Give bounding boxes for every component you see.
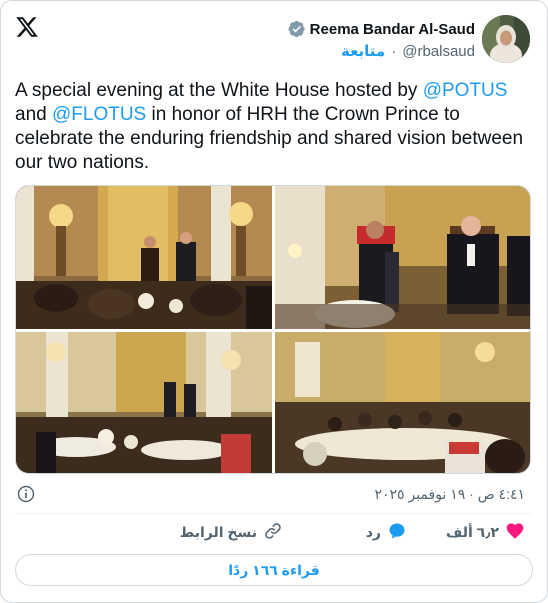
tweet-actions: ٦٫٢ ألف رد نسخ الرابط bbox=[15, 521, 533, 547]
photo-2[interactable] bbox=[275, 186, 530, 329]
avatar[interactable] bbox=[482, 15, 530, 63]
author-display-name[interactable]: Reema Bandar Al-Saud bbox=[310, 21, 475, 38]
mention-flotus[interactable]: @FLOTUS bbox=[52, 104, 146, 125]
author-handle[interactable]: @rbalsaud bbox=[402, 43, 475, 60]
photo-4[interactable] bbox=[275, 332, 530, 473]
author-name-row: Reema Bandar Al-Saud bbox=[288, 20, 475, 38]
photo-3[interactable] bbox=[16, 332, 272, 473]
divider bbox=[15, 513, 533, 514]
heart-icon bbox=[505, 521, 525, 544]
reply-button[interactable]: رد bbox=[366, 521, 407, 544]
verified-badge-icon bbox=[288, 20, 306, 38]
link-icon bbox=[263, 521, 283, 544]
tweet-embed-card: Reema Bandar Al-Saud متابعة · @rbalsaud … bbox=[0, 0, 548, 603]
reply-label: رد bbox=[365, 524, 381, 540]
copy-link-button[interactable]: نسخ الرابط bbox=[180, 521, 283, 544]
like-count: ٦٫٢ ألف bbox=[446, 524, 499, 540]
reply-bubble-icon bbox=[387, 521, 407, 544]
tweet-text-part: A special evening at the White House hos… bbox=[15, 80, 423, 101]
follow-link[interactable]: متابعة bbox=[341, 42, 385, 60]
info-icon[interactable] bbox=[17, 485, 35, 503]
x-logo-icon[interactable] bbox=[15, 15, 39, 39]
tweet-text-part: and bbox=[15, 104, 52, 125]
media-grid bbox=[15, 185, 531, 474]
tweet-timestamp[interactable]: ٤:٤١ ص · ١٩ نوفمبر ٢٠٢٥ bbox=[375, 486, 526, 503]
separator-dot: · bbox=[391, 42, 397, 60]
copy-link-label: نسخ الرابط bbox=[179, 524, 257, 540]
author-handle-row: متابعة · @rbalsaud bbox=[341, 42, 475, 61]
like-button[interactable]: ٦٫٢ ألف bbox=[446, 521, 525, 544]
photo-1[interactable] bbox=[16, 186, 272, 329]
mention-potus[interactable]: @POTUS bbox=[423, 80, 508, 101]
read-replies-button[interactable]: قراءة ١٦٦ ردًا bbox=[15, 554, 533, 586]
tweet-text: A special evening at the White House hos… bbox=[15, 79, 535, 175]
